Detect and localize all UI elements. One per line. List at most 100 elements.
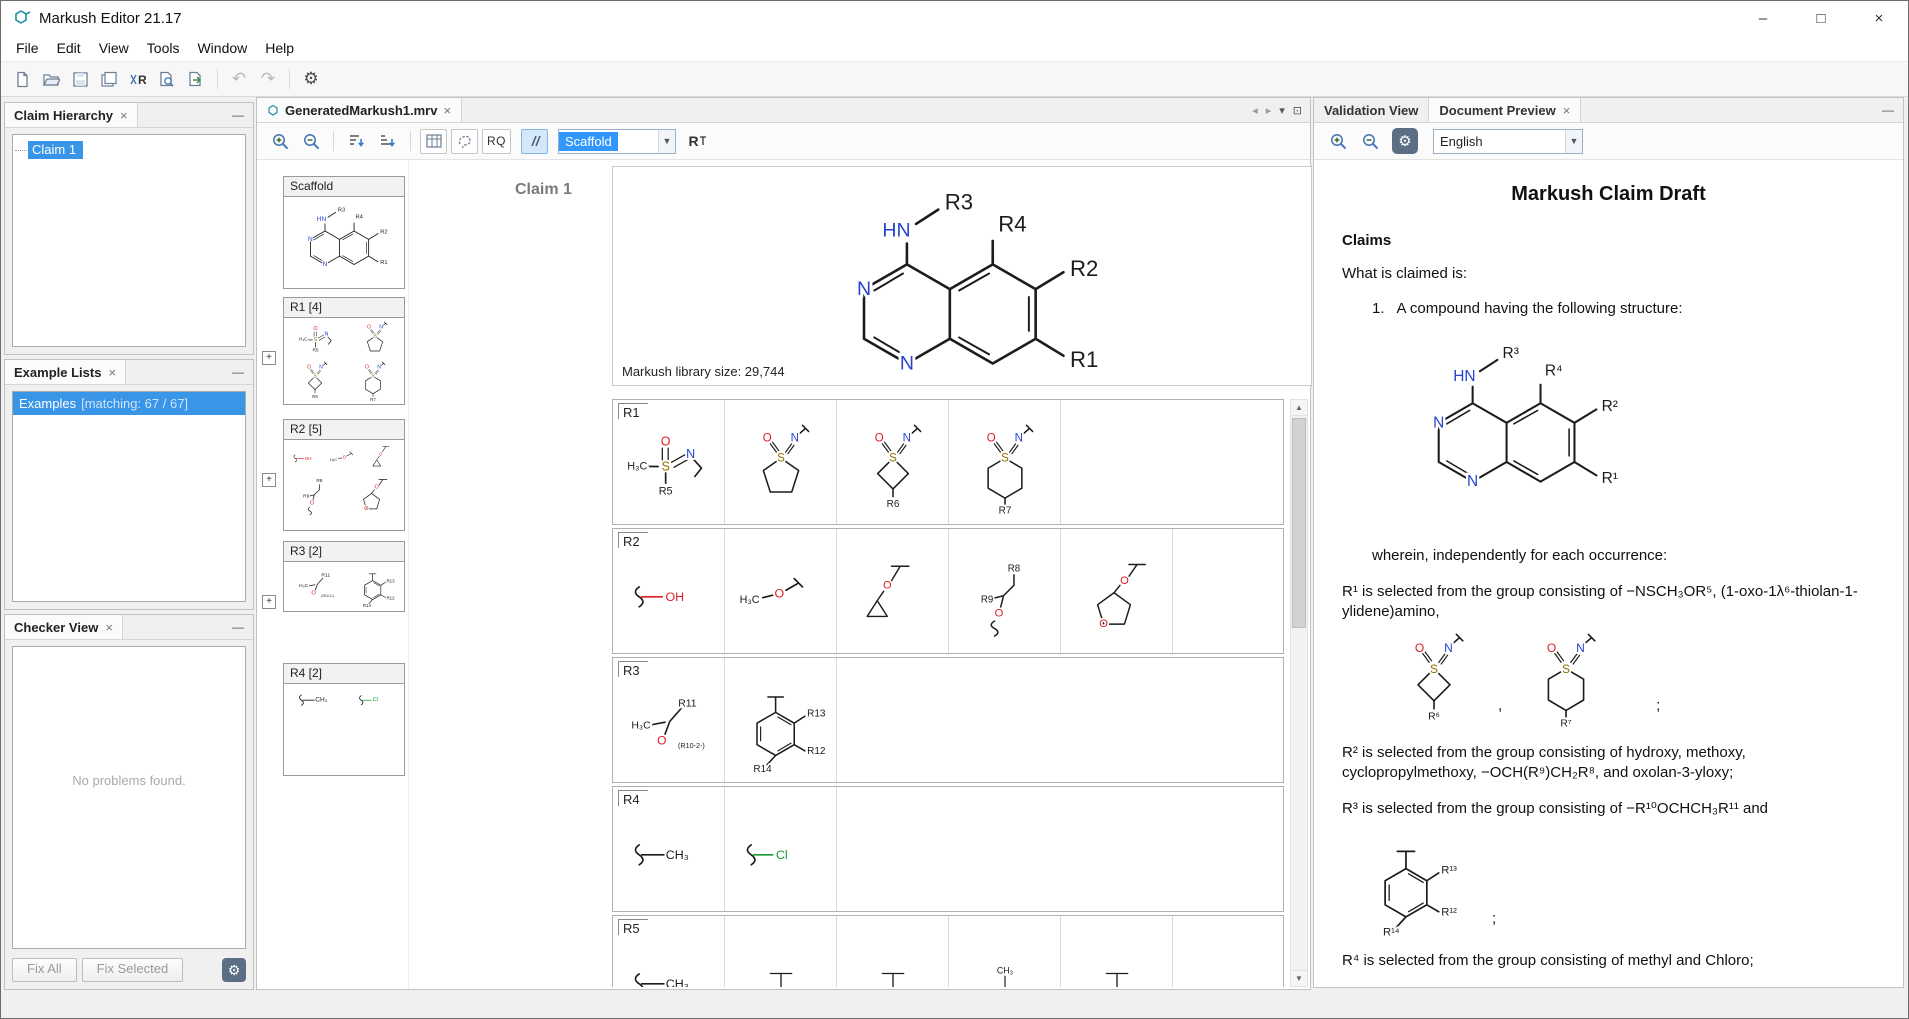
r1-thumb-sulfoximine[interactable]: [290, 321, 344, 361]
r4-group-box[interactable]: R4 [2]: [283, 663, 405, 776]
r5-cell-3[interactable]: [837, 916, 949, 987]
r2-cell-oxolanyloxy[interactable]: [1061, 529, 1173, 653]
document-tab[interactable]: GeneratedMarkush1.mrv ×: [257, 98, 462, 122]
r1-cell-thietane[interactable]: R6: [837, 400, 949, 524]
r4-thumb-methyl[interactable]: [291, 687, 343, 715]
r5-cell-4[interactable]: [949, 916, 1061, 987]
save-button[interactable]: [67, 66, 93, 92]
validation-view-tab[interactable]: Validation View: [1314, 98, 1429, 122]
separator-semicolon: ;: [1492, 910, 1496, 941]
r1-thumb-thietane[interactable]: R6: [292, 361, 338, 401]
svg-text:R³: R³: [1503, 345, 1519, 362]
minimize-icon[interactable]: —: [1873, 103, 1903, 117]
claim-tree-item[interactable]: Claim 1: [15, 141, 243, 159]
r2-expander-button[interactable]: +: [262, 473, 276, 487]
r3-group-box[interactable]: R3 [2] R13 R12 R14: [283, 541, 405, 612]
restore-pane-icon[interactable]: ⊡: [1293, 104, 1302, 117]
r2-group-box[interactable]: R2 [5]: [283, 419, 405, 531]
r2-thumb-cyclopropylmethoxy[interactable]: [366, 443, 400, 475]
examples-list-item[interactable]: Examples[matching: 67 / 67]: [13, 392, 245, 415]
fix-selected-button[interactable]: Fix Selected: [82, 958, 184, 982]
open-button[interactable]: [38, 66, 64, 92]
minimize-icon[interactable]: —: [223, 620, 253, 634]
r4-thumb-chloro[interactable]: [352, 687, 398, 715]
r2-thumb-oxolanyloxy[interactable]: [351, 475, 395, 517]
close-icon[interactable]: ×: [120, 108, 128, 123]
fix-all-button[interactable]: Fix All: [12, 958, 77, 982]
document-preview-tab[interactable]: Document Preview ×: [1429, 98, 1581, 122]
r1-thumb-thiane[interactable]: R7: [350, 361, 396, 401]
r2-thumb-hydroxy[interactable]: [288, 449, 324, 469]
scroll-down-icon[interactable]: ▼: [1291, 970, 1307, 986]
r1-group-box[interactable]: R1 [4] R6 R7: [283, 297, 405, 405]
tab-scroll-right-icon[interactable]: ▸: [1266, 104, 1272, 117]
preview-zoom-out-button[interactable]: [1356, 129, 1383, 154]
menu-window[interactable]: Window: [188, 36, 256, 60]
menu-help[interactable]: Help: [256, 36, 303, 60]
r5-cell-2[interactable]: [725, 916, 837, 987]
r3-expander-button[interactable]: +: [262, 595, 276, 609]
r3-cell-benzene[interactable]: R13 R12 R14: [725, 658, 837, 782]
example-lists-tab[interactable]: Example Lists ×: [5, 360, 126, 384]
menu-view[interactable]: View: [90, 36, 138, 60]
vertical-scrollbar[interactable]: ▲ ▼: [1290, 399, 1308, 987]
r1-thumb-thiolane[interactable]: [352, 321, 398, 361]
r3-thumb-chain[interactable]: [290, 566, 344, 608]
close-icon[interactable]: ×: [105, 620, 113, 635]
r2-thumb-methoxy[interactable]: [327, 449, 363, 469]
close-icon[interactable]: ×: [108, 365, 116, 380]
freehand-select-toggle[interactable]: [451, 129, 478, 154]
r1-cell-thiolane[interactable]: [725, 400, 837, 524]
hide-rlogic-toggle[interactable]: [521, 129, 548, 154]
maximize-button[interactable]: □: [1792, 1, 1850, 35]
scaffold-group-box[interactable]: Scaffold R3 R4 R2 R1: [283, 176, 405, 289]
undo-button[interactable]: ↶: [226, 66, 252, 92]
zoom-in-button[interactable]: [266, 129, 293, 154]
menu-file[interactable]: File: [7, 36, 48, 60]
scroll-up-icon[interactable]: ▲: [1291, 400, 1307, 416]
preview-zoom-in-button[interactable]: [1324, 129, 1351, 154]
claim-hierarchy-tab[interactable]: Claim Hierarchy ×: [5, 103, 138, 127]
menu-tools[interactable]: Tools: [138, 36, 189, 60]
rquery-toggle[interactable]: RQ: [482, 129, 511, 154]
redo-button[interactable]: ↷: [255, 66, 281, 92]
minimize-button[interactable]: –: [1734, 1, 1792, 35]
scaffold-thumbnail[interactable]: R3 R4 R2 R1: [292, 200, 396, 284]
sort-ascending-button[interactable]: [343, 129, 370, 154]
r2-cell-methoxy[interactable]: [725, 529, 837, 653]
minimize-icon[interactable]: —: [223, 108, 253, 122]
scaffold-structure[interactable]: R3 R4 R2 R1: [813, 173, 1113, 421]
close-icon[interactable]: ×: [1563, 103, 1571, 118]
table-view-toggle[interactable]: [420, 129, 447, 154]
preview-settings-button[interactable]: ⚙: [1392, 128, 1418, 154]
checker-settings-button[interactable]: ⚙: [222, 958, 246, 982]
new-document-button[interactable]: [9, 66, 35, 92]
scrollbar-thumb[interactable]: [1292, 418, 1306, 628]
rlogic-button[interactable]: R: [125, 66, 151, 92]
settings-button[interactable]: ⚙: [298, 66, 324, 92]
r2-thumb-ochr9r8[interactable]: [293, 475, 337, 517]
tab-scroll-left-icon[interactable]: ◂: [1252, 104, 1258, 117]
checker-view-tab[interactable]: Checker View ×: [5, 615, 123, 639]
r2-cell-cyclopropylmethoxy[interactable]: [837, 529, 949, 653]
r5-cell-5[interactable]: [1061, 916, 1173, 987]
export-button[interactable]: [183, 66, 209, 92]
minimize-icon[interactable]: —: [223, 365, 253, 379]
view-mode-combobox[interactable]: Scaffold ▼: [558, 129, 676, 154]
language-combobox[interactable]: English ▼: [1433, 129, 1583, 154]
r3-thumb-benzene[interactable]: R13 R12 R14: [351, 565, 399, 609]
r4-cell-chloro[interactable]: [725, 787, 837, 911]
tab-list-icon[interactable]: ▾: [1279, 104, 1285, 117]
r1-cell-thiane[interactable]: R7: [949, 400, 1061, 524]
close-icon[interactable]: ×: [443, 103, 451, 118]
r1-expander-button[interactable]: +: [262, 351, 276, 365]
view-source-button[interactable]: [154, 66, 180, 92]
zoom-out-button[interactable]: [297, 129, 324, 154]
menu-edit[interactable]: Edit: [48, 36, 90, 60]
r2-cell-ochr9r8[interactable]: [949, 529, 1061, 653]
close-button[interactable]: ×: [1850, 1, 1908, 35]
sort-descending-button[interactable]: [374, 129, 401, 154]
save-all-button[interactable]: [96, 66, 122, 92]
rgroup-definition-button[interactable]: R: [680, 129, 707, 154]
scaffold-panel[interactable]: R3 R4 R2 R1 Markush library size: 29,744: [612, 166, 1312, 386]
